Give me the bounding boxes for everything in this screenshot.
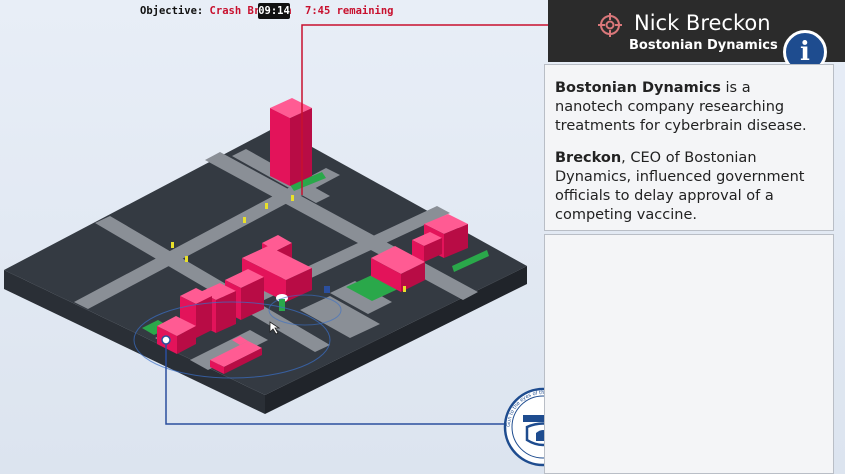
info-company-name: Bostonian Dynamics [555, 80, 721, 96]
time-remaining: 7:45 remaining [305, 5, 394, 17]
npc-marker [243, 217, 246, 223]
bostonian-dynamics-tower [270, 98, 312, 186]
target-name: Nick Breckon [634, 11, 771, 35]
info-target-name: Breckon [555, 150, 622, 166]
player-marker[interactable] [161, 335, 171, 345]
info-paragraph-2: Breckon, CEO of Bostonian Dynamics, infl… [555, 149, 823, 225]
target-info-panel: Bostonian Dynamics is a nanotech company… [544, 64, 834, 231]
npc-marker [291, 195, 294, 201]
crosshair-icon [598, 13, 622, 37]
target-company: Bostonian Dynamics [629, 38, 778, 53]
details-panel [544, 234, 834, 474]
npc-marker [403, 286, 406, 292]
npc-marker [265, 203, 268, 209]
npc-marker [171, 242, 174, 248]
objective-label: Objective: [140, 5, 204, 17]
game-clock: 09:14 [258, 3, 290, 19]
npc-marker [185, 256, 188, 262]
info-paragraph-1: Bostonian Dynamics is a nanotech company… [555, 79, 823, 136]
